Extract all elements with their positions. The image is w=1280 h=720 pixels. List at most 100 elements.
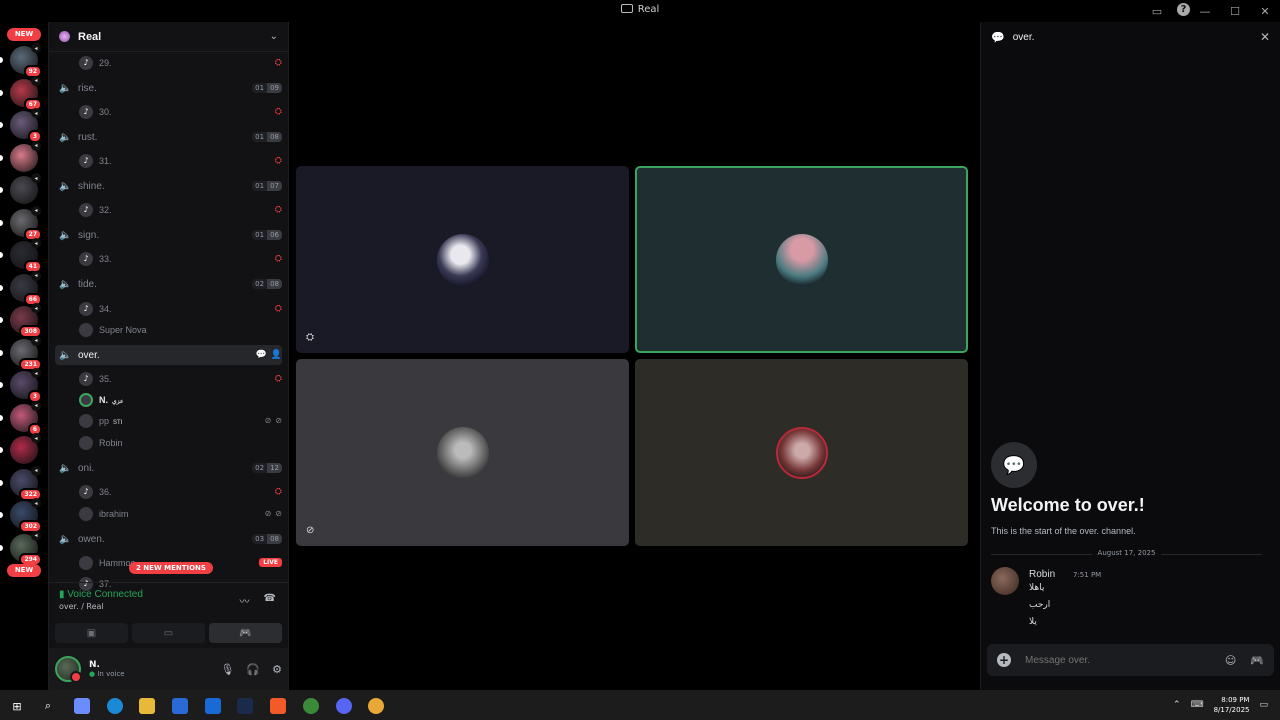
guild-header[interactable]: Real ⌄ xyxy=(49,22,288,52)
voice-channel[interactable]: 🔈 tide. 02 08 xyxy=(55,274,282,294)
server-icon[interactable]: ◂ 322 xyxy=(10,465,42,501)
file-explorer-icon[interactable] xyxy=(139,698,155,714)
voice-channel[interactable]: 🔈 owen. 03 08 xyxy=(55,529,282,549)
avatar[interactable] xyxy=(55,656,82,683)
microphone-icon[interactable]: 🎙 xyxy=(220,663,234,676)
settings-icon[interactable]: ⚙ xyxy=(272,663,282,676)
voice-user[interactable]: ♪ 30. ⛭ xyxy=(55,101,282,122)
new-unreads-pill-bottom[interactable]: NEW xyxy=(7,564,41,577)
headphones-icon[interactable]: 🎧 xyxy=(246,663,260,676)
speaker-icon: ◂ xyxy=(31,205,41,216)
copilot-icon[interactable] xyxy=(74,698,90,714)
screen-share-button[interactable]: ▭ xyxy=(132,623,205,643)
voice-channel[interactable]: 🔈 oni. 02 12 xyxy=(55,458,282,478)
new-mentions-pill[interactable]: 2 NEW MENTIONS xyxy=(129,562,213,574)
voice-channel[interactable]: 🔈 shine. 01 07 xyxy=(55,176,282,196)
server-icon[interactable]: ◂ 3 xyxy=(10,108,42,143)
server-icon[interactable]: ◂ xyxy=(10,433,41,464)
chrome-icon[interactable] xyxy=(303,698,319,714)
server-icon[interactable]: ◂ xyxy=(10,173,41,204)
participant-tile-1[interactable]: ⛭ xyxy=(296,166,629,353)
voice-user[interactable]: ♪ 32. ⛭ xyxy=(55,199,282,220)
windows-start-icon[interactable]: ⊞ xyxy=(9,698,25,714)
channel-name: shine. xyxy=(78,180,105,192)
voice-user[interactable]: ♪ 34. ⛭ xyxy=(55,298,282,319)
store-icon[interactable] xyxy=(172,698,188,714)
voice-user[interactable]: Super Nova xyxy=(55,319,282,340)
server-icon[interactable]: ◂ 3 xyxy=(10,368,42,403)
server-icon[interactable]: ◂ 66 xyxy=(10,270,42,306)
channel-name: oni. xyxy=(78,462,95,474)
minimize-button[interactable]: — xyxy=(1190,0,1220,22)
invite-icon[interactable]: 👤 xyxy=(271,350,282,360)
chevron-down-icon[interactable]: ⌄ xyxy=(270,31,278,42)
user-name: 32. xyxy=(99,204,112,215)
emoji-icon[interactable]: ☺ xyxy=(1225,654,1236,667)
avatar xyxy=(436,426,489,479)
voice-channel[interactable]: 🔈 rust. 01 08 xyxy=(55,127,282,147)
chrome-canary-icon[interactable] xyxy=(368,698,384,714)
deafened-icon: ⊘ xyxy=(275,509,282,518)
voice-user[interactable]: ♪ 36. ⛭ xyxy=(55,481,282,502)
server-icon[interactable]: ◂ 308 xyxy=(10,303,42,338)
voice-user[interactable]: ibrahim ⊘ ⊘ xyxy=(55,503,282,524)
avatar[interactable] xyxy=(991,567,1019,595)
participant-tile-4[interactable] xyxy=(635,359,968,546)
brave-icon[interactable] xyxy=(270,698,286,714)
participant-tile-3[interactable]: ⊘ xyxy=(296,359,629,546)
keyboard-icon[interactable]: ⌨ xyxy=(1191,700,1204,710)
voice-channel[interactable]: 🔈 sign. 01 06 xyxy=(55,225,282,245)
unread-indicator xyxy=(0,414,3,421)
message-line: ياهلا xyxy=(1029,583,1045,593)
steam-icon[interactable] xyxy=(237,698,253,714)
server-icon[interactable]: ◂ 231 xyxy=(10,335,42,371)
plus-icon[interactable]: + xyxy=(997,653,1011,667)
server-icon[interactable]: ◂ 6 xyxy=(10,400,42,436)
user-limit-badge: 01 07 xyxy=(252,181,282,191)
voice-user[interactable]: ♪ 33. ⛭ xyxy=(55,248,282,269)
server-icon[interactable]: ◂ xyxy=(10,140,41,172)
clock[interactable]: 8:09 PM 8/17/2025 xyxy=(1214,695,1250,715)
message-author[interactable]: Robin xyxy=(1029,569,1055,580)
open-chat-icon[interactable]: 💬 xyxy=(256,350,267,360)
voice-channel[interactable]: 🔈 over. 💬 👤 xyxy=(55,345,282,365)
voice-user[interactable]: ♪ 31. ⛭ xyxy=(55,150,282,171)
discord-icon[interactable] xyxy=(336,698,352,714)
speaker-icon: ◂ xyxy=(31,108,41,118)
server-icon[interactable]: ◂ 294 xyxy=(10,530,42,566)
server-icon[interactable]: ◂ 67 xyxy=(10,75,42,111)
server-icon[interactable]: ◂ 302 xyxy=(10,498,42,533)
notification-icon[interactable]: ▭ xyxy=(1259,700,1268,710)
disconnect-icon[interactable]: ☎ xyxy=(264,593,276,608)
activity-button[interactable]: 🎮 xyxy=(209,623,282,643)
speech-bubble-icon: 💬 xyxy=(991,442,1037,488)
chevron-up-icon[interactable]: ⌃ xyxy=(1173,700,1181,710)
help-icon[interactable]: ? xyxy=(1177,3,1190,16)
voice-user[interactable]: N. عزي xyxy=(55,389,282,410)
server-icon[interactable]: ◂ 92 xyxy=(10,43,42,78)
unread-indicator xyxy=(0,122,3,128)
user-limit-badge: 02 08 xyxy=(252,279,282,289)
camera-button[interactable]: ▣ xyxy=(55,623,128,643)
server-icon[interactable]: ◂ 41 xyxy=(10,238,42,273)
message-input[interactable] xyxy=(1025,654,1211,666)
outlook-icon[interactable] xyxy=(205,698,221,714)
voice-channel[interactable]: 🔈 rise. 01 09 xyxy=(55,78,282,98)
search-icon[interactable]: ⌕ xyxy=(40,698,56,714)
voice-user[interactable]: ♪ 35. ⛭ xyxy=(55,368,282,389)
avatar: ♪ xyxy=(79,301,93,316)
guild-name: Real xyxy=(78,30,102,43)
voice-user[interactable]: pp STI ⊘ ⊘ xyxy=(55,410,282,431)
close-window-button[interactable]: ✕ xyxy=(1250,0,1280,22)
inbox-icon[interactable]: ▭ xyxy=(1149,3,1165,19)
server-icon[interactable]: ◂ 27 xyxy=(10,205,42,241)
activity-icon[interactable]: 🎮 xyxy=(1250,654,1264,667)
participant-tile-2-speaking[interactable] xyxy=(635,166,968,353)
voice-user[interactable]: Robin xyxy=(55,432,282,453)
close-chat-icon[interactable]: ✕ xyxy=(1260,30,1270,44)
edge-icon[interactable] xyxy=(107,698,123,714)
voice-user[interactable]: ♪ 29. ⛭ xyxy=(55,52,282,73)
noise-suppression-icon[interactable]: 〰 xyxy=(240,593,250,608)
maximize-button[interactable]: ☐ xyxy=(1220,0,1250,22)
new-unreads-pill-top[interactable]: NEW xyxy=(7,28,41,41)
